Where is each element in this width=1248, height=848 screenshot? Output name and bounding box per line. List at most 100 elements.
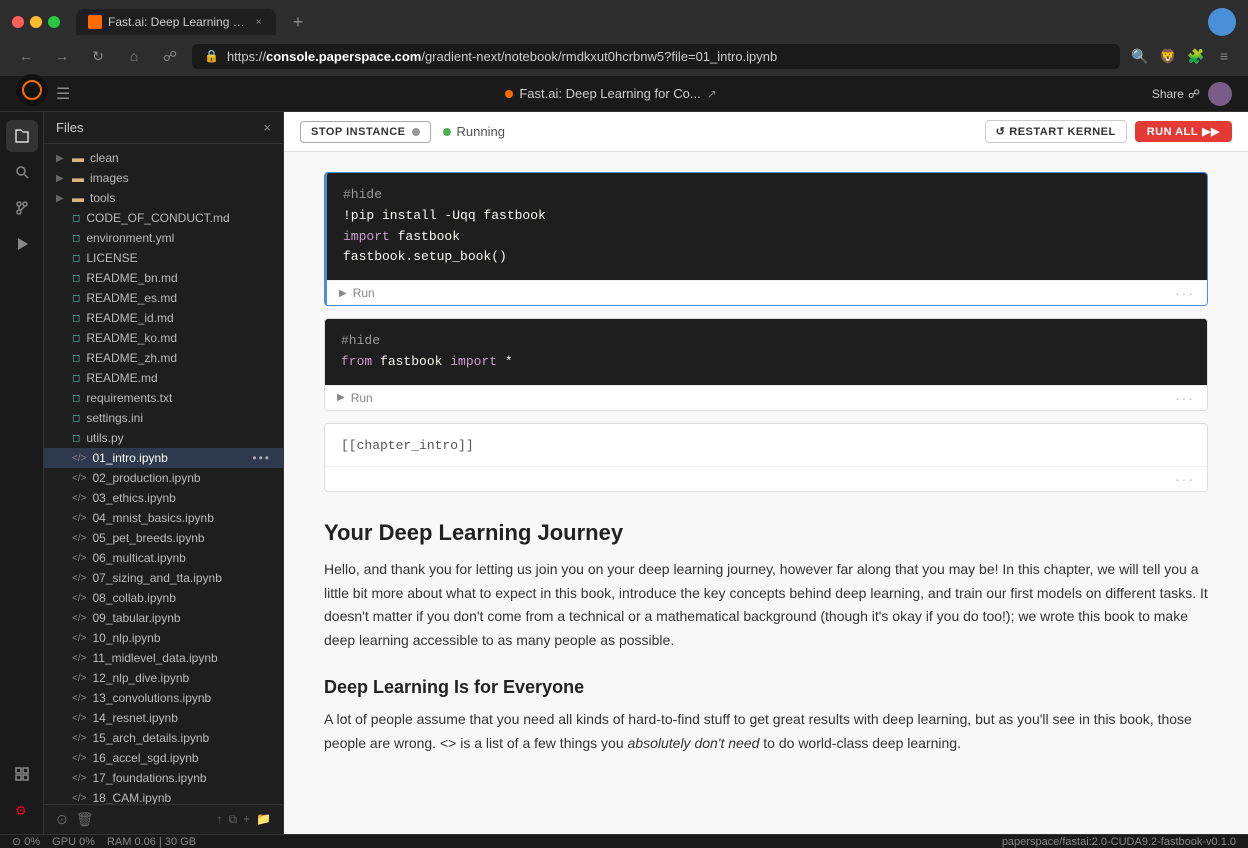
tree-item-label: README_es.md — [86, 291, 177, 305]
tree-notebook-03[interactable]: ▶ </> 03_ethics.ipynb — [44, 488, 283, 508]
reload-button[interactable]: ↻ — [84, 42, 112, 70]
active-tab[interactable]: Fast.ai: Deep Learning for Code... × — [76, 9, 276, 35]
tree-file-settings[interactable]: ▶ ◻ settings.ini — [44, 408, 283, 428]
cell-3-markdown[interactable]: [[chapter_intro]] — [325, 424, 1207, 466]
tree-notebook-10[interactable]: ▶ </> 10_nlp.ipynb — [44, 628, 283, 648]
database-icon[interactable]: ⊙ — [56, 811, 68, 828]
tree-file-readme-bn[interactable]: ▶ ◻ README_bn.md — [44, 268, 283, 288]
notebook-icon: </> — [72, 753, 86, 764]
stop-instance-button[interactable]: STOP INSTANCE — [300, 121, 431, 143]
tree-item-label: README_zh.md — [86, 351, 177, 365]
tree-notebook-04[interactable]: ▶ </> 04_mnist_basics.ipynb — [44, 508, 283, 528]
sidebar-icon-git[interactable] — [6, 192, 38, 224]
menu-icon[interactable]: ≡ — [1212, 44, 1236, 68]
tree-item-label: 01_intro.ipynb — [92, 451, 167, 465]
tree-file-readme[interactable]: ▶ ◻ README.md — [44, 368, 283, 388]
cell-1[interactable]: #hide !pip install -Uqq fastbook import … — [324, 172, 1208, 306]
tree-notebook-02[interactable]: ▶ </> 02_production.ipynb — [44, 468, 283, 488]
hamburger-menu[interactable]: ☰ — [56, 84, 70, 104]
tree-file-readme-es[interactable]: ▶ ◻ README_es.md — [44, 288, 283, 308]
file-tree-close-button[interactable]: × — [263, 120, 271, 135]
prose-heading-2: Deep Learning Is for Everyone — [324, 677, 1208, 698]
file-context-menu-button[interactable]: ••• — [252, 451, 271, 465]
tree-file-utils[interactable]: ▶ ◻ utils.py — [44, 428, 283, 448]
traffic-light-minimize[interactable] — [30, 16, 42, 28]
notebook-icon: </> — [72, 733, 86, 744]
home-button[interactable]: ⌂ — [120, 42, 148, 70]
tree-notebook-13[interactable]: ▶ </> 13_convolutions.ipynb — [44, 688, 283, 708]
share-button[interactable]: Share ☍ — [1152, 87, 1200, 101]
browser-chrome: Fast.ai: Deep Learning for Code... × + ←… — [0, 0, 1248, 76]
extensions-icon[interactable]: 🧩 — [1184, 44, 1208, 68]
run-all-button[interactable]: RUN ALL ▶▶ — [1135, 121, 1232, 142]
add-file-icon[interactable]: + — [243, 812, 250, 827]
tree-notebook-06[interactable]: ▶ </> 06_multicat.ipynb — [44, 548, 283, 568]
traffic-light-close[interactable] — [12, 16, 24, 28]
tree-file-environment[interactable]: ▶ ◻ environment.yml — [44, 228, 283, 248]
notebook-icon: </> — [72, 473, 86, 484]
browser-profile-icon — [1208, 8, 1236, 36]
cell-1-code[interactable]: #hide !pip install -Uqq fastbook import … — [327, 173, 1207, 280]
tree-notebook-09[interactable]: ▶ </> 09_tabular.ipynb — [44, 608, 283, 628]
tree-folder-clean[interactable]: ▶ ▬ clean — [44, 148, 283, 168]
tree-folder-tools[interactable]: ▶ ▬ tools — [44, 188, 283, 208]
tree-notebook-11[interactable]: ▶ </> 11_midlevel_data.ipynb — [44, 648, 283, 668]
cell-2[interactable]: #hide from fastbook import * ▶ Run ··· — [324, 318, 1208, 411]
new-tab-button[interactable]: + — [284, 8, 312, 36]
tree-file-readme-ko[interactable]: ▶ ◻ README_ko.md — [44, 328, 283, 348]
tree-file-readme-zh[interactable]: ▶ ◻ README_zh.md — [44, 348, 283, 368]
cell-3[interactable]: [[chapter_intro]] ··· — [324, 423, 1208, 492]
prose-para-1: Hello, and thank you for letting us join… — [324, 558, 1208, 653]
upload-icon[interactable]: ↑ — [216, 812, 222, 827]
cell-2-code[interactable]: #hide from fastbook import * — [325, 319, 1207, 385]
user-avatar[interactable] — [1208, 82, 1232, 106]
tree-notebook-17[interactable]: ▶ </> 17_foundations.ipynb — [44, 768, 283, 788]
brave-shield-icon[interactable]: 🦁 — [1156, 44, 1180, 68]
sidebar-icon-files[interactable] — [6, 120, 38, 152]
cell-2-run-button[interactable]: ▶ Run — [337, 391, 373, 405]
tree-notebook-05[interactable]: ▶ </> 05_pet_breeds.ipynb — [44, 528, 283, 548]
notebook-area: STOP INSTANCE Running ↺ RESTART KERNEL R… — [284, 112, 1248, 834]
folder-icon: ▬ — [72, 151, 84, 165]
tree-notebook-08[interactable]: ▶ </> 08_collab.ipynb — [44, 588, 283, 608]
file-icon: ◻ — [72, 253, 80, 264]
restart-kernel-button[interactable]: ↺ RESTART KERNEL — [985, 120, 1127, 143]
header-center: Fast.ai: Deep Learning for Co... ↗ — [82, 86, 1139, 101]
back-button[interactable]: ← — [12, 42, 40, 70]
cell-3-menu-button[interactable]: ··· — [1175, 471, 1195, 487]
tree-notebook-01-intro[interactable]: ▶ </> 01_intro.ipynb ••• — [44, 448, 283, 468]
sidebar-icon-search[interactable] — [6, 156, 38, 188]
header-external-link-icon: ↗ — [707, 87, 717, 101]
tree-file-license[interactable]: ▶ ◻ LICENSE — [44, 248, 283, 268]
tree-notebook-15[interactable]: ▶ </> 15_arch_details.ipynb — [44, 728, 283, 748]
prose-para-2: A lot of people assume that you need all… — [324, 708, 1208, 756]
copy-icon[interactable]: ⧉ — [228, 812, 237, 827]
search-icon[interactable]: 🔍 — [1128, 44, 1152, 68]
tree-notebook-18[interactable]: ▶ </> 18_CAM.ipynb — [44, 788, 283, 804]
tree-notebook-07[interactable]: ▶ </> 07_sizing_and_tta.ipynb — [44, 568, 283, 588]
status-gpu: GPU 0% — [52, 836, 95, 848]
tree-notebook-12[interactable]: ▶ </> 12_nlp_dive.ipynb — [44, 668, 283, 688]
tree-file-readme-id[interactable]: ▶ ◻ README_id.md — [44, 308, 283, 328]
add-folder-icon[interactable]: 📁 — [256, 812, 271, 827]
cell-1-menu-button[interactable]: ··· — [1175, 285, 1195, 301]
tree-notebook-14[interactable]: ▶ </> 14_resnet.ipynb — [44, 708, 283, 728]
url-bar[interactable]: 🔒 https://console.paperspace.com/gradien… — [192, 44, 1120, 69]
traffic-light-fullscreen[interactable] — [48, 16, 60, 28]
cell-1-run-button[interactable]: ▶ Run — [339, 286, 375, 300]
tree-file-code-of-conduct[interactable]: ▶ ◻ CODE_OF_CONDUCT.md — [44, 208, 283, 228]
forward-button[interactable]: → — [48, 42, 76, 70]
cell-2-menu-button[interactable]: ··· — [1175, 390, 1195, 406]
tree-file-requirements[interactable]: ▶ ◻ requirements.txt — [44, 388, 283, 408]
sidebar-icon-extensions[interactable] — [6, 758, 38, 790]
tree-notebook-16[interactable]: ▶ </> 16_accel_sgd.ipynb — [44, 748, 283, 768]
prose-para-2-em: absolutely don't need — [628, 735, 760, 751]
sidebar-icon-run[interactable] — [6, 228, 38, 260]
bookmark-button[interactable]: ☍ — [156, 42, 184, 70]
tree-folder-images[interactable]: ▶ ▬ images — [44, 168, 283, 188]
stop-dot-icon — [412, 128, 420, 136]
trash-icon[interactable]: 🗑 — [76, 811, 94, 828]
app-header: ☰ Fast.ai: Deep Learning for Co... ↗ Sha… — [0, 76, 1248, 112]
tab-close-button[interactable]: × — [253, 15, 264, 29]
sidebar-icon-settings[interactable]: ⚙ — [6, 794, 38, 826]
